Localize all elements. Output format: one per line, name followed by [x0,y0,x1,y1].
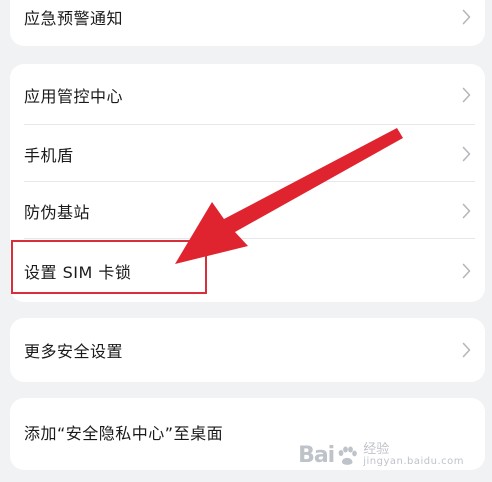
watermark-url: jingyan.baidu.com [363,456,464,468]
watermark-logo: Bai [298,443,335,468]
watermark-name: 经验 [363,442,390,458]
annotation-arrow-icon [175,128,403,264]
paw-icon [338,446,358,465]
baidu-jingyan-watermark: Bai 经验 jingyan.baidu.com [298,443,464,468]
watermark-text: 经验 jingyan.baidu.com [363,443,464,467]
